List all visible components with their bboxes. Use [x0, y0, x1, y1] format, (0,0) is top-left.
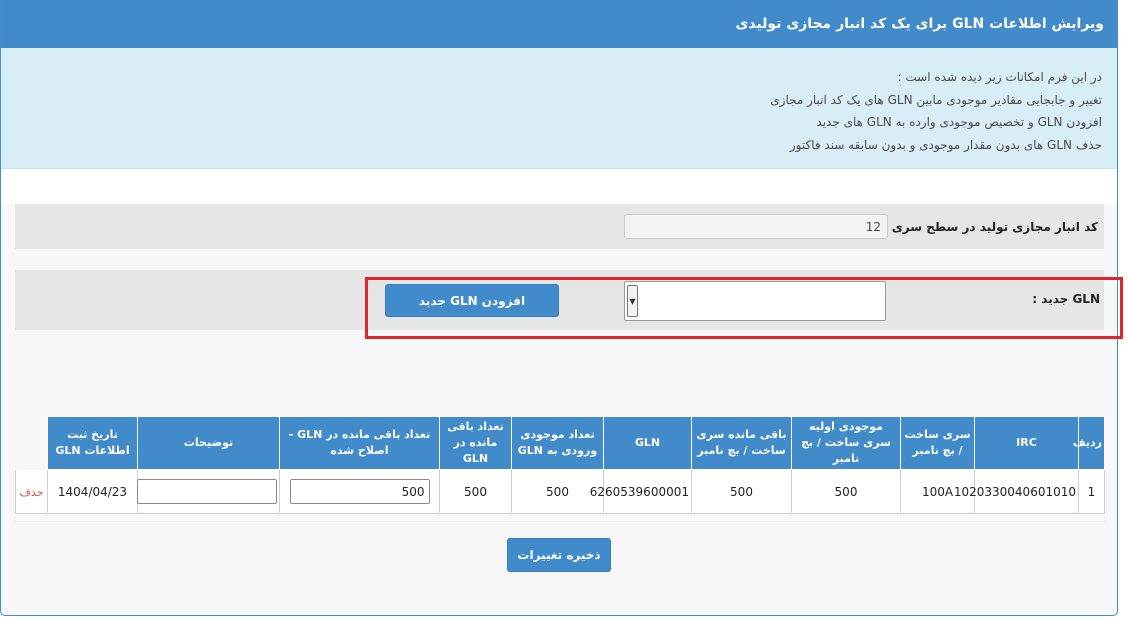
cell-date: 1404/04/23	[47, 469, 138, 514]
table-trailing-row	[15, 513, 1105, 522]
header-gln-corrected: تعداد باقی مانده در GLN - اصلاح شده	[279, 416, 440, 470]
header-batch: سری ساخت / بچ نامبر	[900, 416, 975, 470]
description-input[interactable]	[137, 479, 277, 504]
warehouse-code-row: کد انبار مجازی تولید در سطح سری ساخت :	[15, 204, 1104, 249]
spacer	[1, 169, 1117, 204]
header-gln-in: تعداد موجودی ورودی به GLN	[511, 416, 604, 470]
warehouse-code-field[interactable]	[624, 214, 888, 239]
gln-table: ردیف IRC سری ساخت / بچ نامبر موجودی اولی…	[15, 416, 1105, 522]
cell-gln-corrected	[279, 469, 440, 514]
header-action	[15, 416, 48, 470]
cell-index: 1	[1078, 469, 1105, 514]
cell-gln-remaining: 500	[439, 469, 512, 514]
table-header-row: ردیف IRC سری ساخت / بچ نامبر موجودی اولی…	[15, 416, 1105, 470]
header-batch-initial: موجودی اولیه سری ساخت / بچ نامبر	[791, 416, 901, 470]
info-line-intro: در این فرم امکانات زیر دیده شده است :	[897, 70, 1102, 84]
header-description: توضیحات	[137, 416, 280, 470]
info-line-delete: حذف GLN های بدون مقدار موجودی و بدون ساب…	[789, 137, 1102, 152]
cell-batch-remaining: 500	[691, 469, 792, 514]
header-gln-remaining: تعداد باقی مانده در GLN	[439, 416, 512, 470]
header-date: تاریخ ثبت اطلاعات GLN	[47, 416, 138, 470]
header-index: ردیف	[1073, 416, 1105, 470]
info-line-transfer: تغییر و جابجایی مقادیر موجودی مابین GLN …	[770, 92, 1102, 107]
header-batch-remaining: باقی مانده سری ساخت / بچ نامبر	[691, 416, 792, 470]
panel-header: ویرایش اطلاعات GLN برای یک کد انبار مجاز…	[1, 0, 1117, 48]
header-irc: IRC	[974, 416, 1079, 470]
info-line-add: افزودن GLN و تخصیص موجودی وارده به GLN ه…	[816, 115, 1102, 129]
cell-gln: 6260539600001	[590, 469, 692, 514]
corrected-quantity-input[interactable]	[289, 479, 430, 504]
page-title: ویرایش اطلاعات GLN برای یک کد انبار مجاز…	[735, 16, 1104, 32]
cell-batch-initial: 500	[791, 469, 901, 514]
highlight-annotation	[365, 277, 1123, 339]
cell-description	[137, 469, 280, 514]
cell-action: حذف	[15, 469, 48, 514]
cell-irc: 1020330040601010	[954, 469, 1079, 514]
delete-link[interactable]: حذف	[20, 486, 44, 499]
info-box: در این فرم امکانات زیر دیده شده است : تغ…	[1, 48, 1117, 169]
header-gln: GLN	[603, 416, 692, 470]
save-changes-button[interactable]: ذخیره تغییرات	[507, 538, 611, 572]
table-row: 1 1020330040601010 100A 500 500 62605396…	[15, 469, 1105, 514]
